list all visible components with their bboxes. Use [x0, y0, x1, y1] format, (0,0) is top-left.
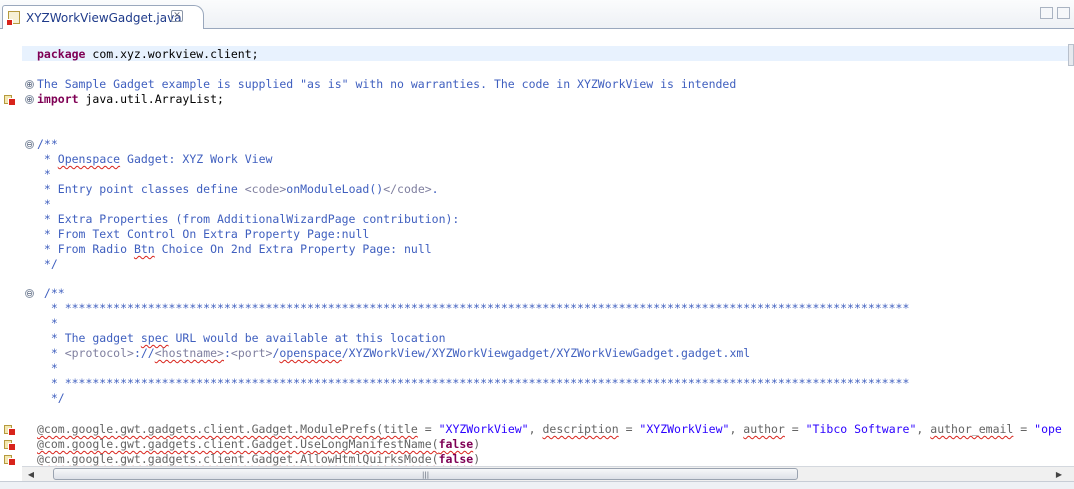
doc-text: * Entry point classes define [37, 182, 245, 196]
doc-comment-line: * Openspace Gadget: XYZ Work View [37, 152, 273, 167]
doc-text: * [37, 346, 65, 360]
scrollbar-grip-icon: ||| [422, 471, 430, 479]
horizontal-scrollbar[interactable]: ◀ ||| ▶ [22, 466, 1074, 481]
annotation-text: = [417, 422, 439, 436]
keyword-false: false [438, 452, 474, 466]
fold-expand-icon[interactable]: ⊕ [25, 95, 34, 104]
doc-text: URL would be available at this location [168, 331, 446, 345]
code-line-import: import java.util.ArrayList; [37, 92, 224, 107]
code-line-package: package com.xyz.workview.client; [37, 47, 259, 62]
misspelled-word: openspace [279, 346, 342, 360]
doc-text: * [37, 152, 58, 166]
code-line-license-comment: The Sample Gadget example is supplied "a… [37, 77, 737, 91]
misspelled-word: spec [140, 331, 169, 345]
doc-comment-close: */ [37, 391, 65, 405]
annotation-text: , [916, 422, 931, 436]
fold-expand-icon[interactable]: ⊕ [25, 80, 34, 89]
annotation-use-long-manifest: @com.google.gwt.gadgets.client.Gadget.Us… [37, 437, 480, 452]
keyword-package: package [37, 47, 86, 61]
doc-comment-open: /** [37, 286, 65, 300]
annotation-text: , [528, 422, 543, 436]
doc-comment-line: * Extra Properties (from AdditionalWizar… [37, 212, 460, 226]
keyword-false: false [438, 437, 474, 451]
annotation-attr: author_email [930, 422, 1014, 436]
doc-text: * The gadget [37, 331, 141, 345]
scroll-left-icon[interactable]: ◀ [24, 468, 38, 481]
error-marker-icon[interactable] [4, 425, 17, 436]
import-name: java.util.ArrayList; [78, 92, 224, 106]
fold-collapse-icon[interactable]: ⊖ [25, 140, 34, 149]
doc-comment-open: /** [37, 137, 58, 151]
scrollbar-thumb[interactable]: ||| [53, 468, 798, 480]
html-tag: <protocol> [64, 346, 134, 360]
doc-text: * From Radio [37, 242, 134, 256]
code-editor[interactable]: ⊕ ⊕ ⊖ ⊖ package com.xyz.workview.client;… [0, 29, 1074, 466]
html-tag: <hostname> [154, 346, 224, 360]
doc-text: onModuleLoad() [286, 182, 384, 196]
doc-comment-line: * [37, 197, 51, 211]
doc-comment-path: * <protocol>://<hostname>:<port>/openspa… [37, 346, 750, 361]
doc-comment-line: * From Text Control On Extra Property Pa… [37, 227, 370, 241]
close-icon[interactable]: ✕ [171, 10, 183, 22]
vertical-scrollbar[interactable] [1068, 44, 1074, 66]
doc-text: . [431, 182, 439, 196]
misspelled-word: Openspace [57, 152, 121, 166]
error-marker-icon[interactable] [4, 95, 17, 106]
misspelled-word: Btn [133, 242, 155, 256]
doc-text: Gadget: XYZ Work View [120, 152, 273, 166]
annotation-attr: author [743, 422, 785, 436]
doc-text: : [223, 346, 231, 360]
doc-comment-stars: * **************************************… [37, 376, 910, 390]
maximize-button[interactable] [1057, 7, 1070, 19]
error-marker-icon[interactable] [4, 440, 17, 451]
editor-tab-xyzworkviewgadget[interactable]: XYZWorkViewGadget.java ✕ [2, 5, 204, 29]
string-literal: "Tibco Software" [805, 422, 917, 436]
annotation-text: ) [473, 452, 481, 466]
annotation-text: , [729, 422, 744, 436]
html-tag: </code> [383, 182, 432, 196]
string-literal: "XYZWorkView" [639, 422, 730, 436]
bottom-border [0, 481, 1074, 489]
annotation-text: = [784, 422, 806, 436]
minimize-button[interactable] [1040, 7, 1053, 19]
doc-comment-close: */ [37, 257, 58, 271]
error-marker-icon[interactable] [4, 455, 17, 466]
doc-comment-line: * [37, 316, 58, 330]
annotation-text: ) [473, 437, 481, 451]
package-name: com.xyz.workview.client; [85, 47, 259, 61]
doc-comment-line: * [37, 167, 51, 181]
annotation-text: @com.google.gwt.gadgets.client.Gadget.Us… [37, 437, 439, 451]
fold-collapse-icon[interactable]: ⊖ [25, 289, 34, 298]
string-literal: "ope [1034, 422, 1062, 436]
scroll-right-icon[interactable]: ▶ [1052, 468, 1066, 481]
html-tag: <code> [244, 182, 287, 196]
annotation-text: @com.google.gwt.gadgets.client.Gadget.Mo… [37, 422, 384, 436]
editor-tab-bar: XYZWorkViewGadget.java ✕ [0, 0, 1074, 29]
annotation-attr: title [383, 422, 418, 436]
doc-comment-line: * From Radio Btn Choice On 2nd Extra Pro… [37, 242, 432, 257]
doc-comment-stars: * **************************************… [37, 301, 910, 315]
tab-label: XYZWorkViewGadget.java [26, 11, 182, 25]
java-file-error-icon [6, 11, 20, 26]
keyword-import: import [37, 92, 79, 106]
annotation-text: = [618, 422, 640, 436]
html-tag: <port> [230, 346, 273, 360]
annotation-text: @com.google.gwt.gadgets.client.Gadget.Al… [37, 452, 439, 466]
annotation-module-prefs: @com.google.gwt.gadgets.client.Gadget.Mo… [37, 422, 1062, 437]
doc-comment-line: * [37, 361, 58, 375]
doc-text: Choice On 2nd Extra Property Page: null [154, 242, 432, 256]
annotation-allow-quirks: @com.google.gwt.gadgets.client.Gadget.Al… [37, 452, 480, 466]
doc-comment-line: * The gadget spec URL would be available… [37, 331, 446, 346]
annotation-text: = [1013, 422, 1035, 436]
doc-text: /XYZWorkView/XYZWorkViewgadget/XYZWorkVi… [341, 346, 751, 360]
annotation-attr: description [542, 422, 619, 436]
doc-comment-line: * Entry point classes define <code>onMod… [37, 182, 439, 197]
string-literal: "XYZWorkView" [438, 422, 529, 436]
doc-text: :// [133, 346, 155, 360]
